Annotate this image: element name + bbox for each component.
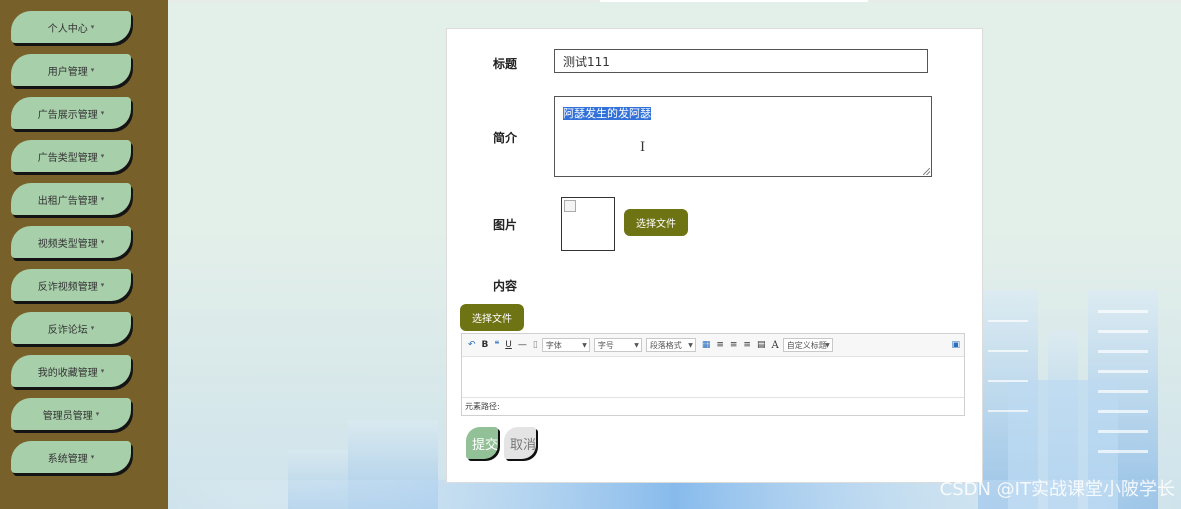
resize-grip-icon[interactable] xyxy=(923,168,930,175)
chevron-down-icon: ▾ xyxy=(90,324,95,332)
intro-textarea[interactable]: 阿瑟发生的发阿瑟 xyxy=(554,96,932,177)
custom-title-label: 自定义标题 xyxy=(786,340,827,350)
content-choose-file-button[interactable]: 选择文件 xyxy=(460,304,524,331)
watermark: CSDN @IT实战课堂小陂学长 xyxy=(939,479,1175,500)
image-choose-file-button[interactable]: 选择文件 xyxy=(624,209,688,236)
sidebar-item-video-type-management[interactable]: 视频类型管理 ▾ xyxy=(11,226,131,258)
rich-text-editor: ↶ B ❝ U — ▯ 字体 ▼ 字号 ▼ 段落格式 ▼ ▦ ≡ ≡ ≡ ▤ A 自定… xyxy=(461,333,965,416)
chevron-down-icon: ▾ xyxy=(100,367,105,375)
editor-content-area[interactable] xyxy=(462,357,964,398)
paragraph-format-select[interactable]: 段落格式 ▼ xyxy=(645,338,696,352)
sidebar-item-ad-type-management[interactable]: 广告类型管理 ▾ xyxy=(11,140,131,172)
sidebar-item-label: 反诈论坛 xyxy=(47,324,88,336)
font-family-select[interactable]: 字体 ▼ xyxy=(541,338,590,352)
sidebar-item-my-favorites-management[interactable]: 我的收藏管理 ▾ xyxy=(11,355,131,387)
fullscreen-icon[interactable]: ▣ xyxy=(951,340,960,350)
sidebar-item-label: 管理员管理 xyxy=(42,410,93,422)
chevron-down-icon: ▾ xyxy=(100,195,105,203)
underline-icon[interactable]: U xyxy=(505,340,512,350)
sidebar-item-admin-management[interactable]: 管理员管理 ▾ xyxy=(11,398,131,430)
chevron-down-icon: ▾ xyxy=(100,152,105,160)
align-justify-icon[interactable]: ▤ xyxy=(757,340,766,350)
bold-icon[interactable]: B xyxy=(482,340,489,350)
title-label: 标题 xyxy=(493,57,518,71)
text-cursor-icon: I xyxy=(640,140,646,155)
undo-icon[interactable]: ↶ xyxy=(468,340,476,350)
sidebar-item-label: 广告展示管理 xyxy=(37,109,98,121)
sidebar-item-anti-fraud-forum[interactable]: 反诈论坛 ▾ xyxy=(11,312,131,344)
sidebar: 个人中心 ▾ 用户管理 ▾ 广告展示管理 ▾ 广告类型管理 ▾ 出租广告管理 ▾ 视频类型… xyxy=(0,0,168,509)
sidebar-item-label: 反诈视频管理 xyxy=(37,281,98,293)
chevron-down-icon: ▼ xyxy=(688,341,693,349)
broken-image-icon xyxy=(564,200,576,212)
editor-toolbar: ↶ B ❝ U — ▯ 字体 ▼ 字号 ▼ 段落格式 ▼ ▦ ≡ ≡ ≡ ▤ A 自定… xyxy=(462,334,964,357)
sidebar-item-label: 广告类型管理 xyxy=(37,152,98,164)
chevron-down-icon: ▼ xyxy=(825,341,830,349)
font-family-label: 字体 xyxy=(545,340,562,350)
cancel-button[interactable]: 取消 xyxy=(504,427,536,459)
intro-label: 简介 xyxy=(493,131,518,145)
paragraph-format-label: 段落格式 xyxy=(649,340,682,350)
sidebar-item-label: 我的收藏管理 xyxy=(37,367,98,379)
sidebar-item-label: 出租广告管理 xyxy=(37,195,98,207)
align-right-icon[interactable]: ≡ xyxy=(730,340,738,350)
sidebar-item-label: 用户管理 xyxy=(47,66,88,78)
horizontal-rule-icon[interactable]: — xyxy=(518,340,527,350)
chevron-down-icon: ▾ xyxy=(100,238,105,246)
align-left-icon[interactable]: ≡ xyxy=(716,340,724,350)
sidebar-item-system-management[interactable]: 系统管理 ▾ xyxy=(11,441,131,473)
sidebar-item-label: 系统管理 xyxy=(47,453,88,465)
align-center-icon[interactable]: ≡ xyxy=(743,340,751,350)
custom-title-select[interactable]: 自定义标题 ▼ xyxy=(782,338,833,352)
chevron-down-icon: ▾ xyxy=(90,66,95,74)
chevron-down-icon: ▾ xyxy=(100,109,105,117)
sidebar-item-user-management[interactable]: 用户管理 ▾ xyxy=(11,54,131,86)
quote-icon[interactable]: ❝ xyxy=(494,340,499,350)
edit-form-panel: 标题 测试111 简介 阿瑟发生的发阿瑟 I 图片 选择文件 内容 选择文件 ↶… xyxy=(446,28,983,483)
chevron-down-icon: ▼ xyxy=(582,341,587,349)
font-size-label: 字号 xyxy=(597,340,614,350)
paste-plain-icon[interactable]: ▯ xyxy=(533,340,538,350)
submit-button[interactable]: 提交 xyxy=(466,427,498,459)
sidebar-item-personal-center[interactable]: 个人中心 ▾ xyxy=(11,11,131,43)
font-color-icon[interactable]: A xyxy=(771,340,778,351)
sidebar-item-ad-display-management[interactable]: 广告展示管理 ▾ xyxy=(11,97,131,129)
table-icon[interactable]: ▦ xyxy=(702,340,711,350)
chevron-down-icon: ▾ xyxy=(90,453,95,461)
top-divider xyxy=(168,0,1181,2)
title-input[interactable]: 测试111 xyxy=(554,49,928,73)
content-label: 内容 xyxy=(493,279,518,293)
element-path-bar: 元素路径: xyxy=(465,402,500,411)
chevron-down-icon: ▾ xyxy=(100,281,105,289)
font-size-select[interactable]: 字号 ▼ xyxy=(593,338,642,352)
chevron-down-icon: ▾ xyxy=(95,410,100,418)
image-label: 图片 xyxy=(493,218,518,232)
sidebar-item-anti-fraud-video-management[interactable]: 反诈视频管理 ▾ xyxy=(11,269,131,301)
chevron-down-icon: ▼ xyxy=(634,341,639,349)
image-preview xyxy=(561,197,615,251)
sidebar-item-rental-ad-management[interactable]: 出租广告管理 ▾ xyxy=(11,183,131,215)
chevron-down-icon: ▾ xyxy=(90,23,95,31)
intro-selected-text: 阿瑟发生的发阿瑟 xyxy=(563,107,651,120)
sidebar-item-label: 个人中心 xyxy=(47,23,88,35)
sidebar-item-label: 视频类型管理 xyxy=(37,238,98,250)
